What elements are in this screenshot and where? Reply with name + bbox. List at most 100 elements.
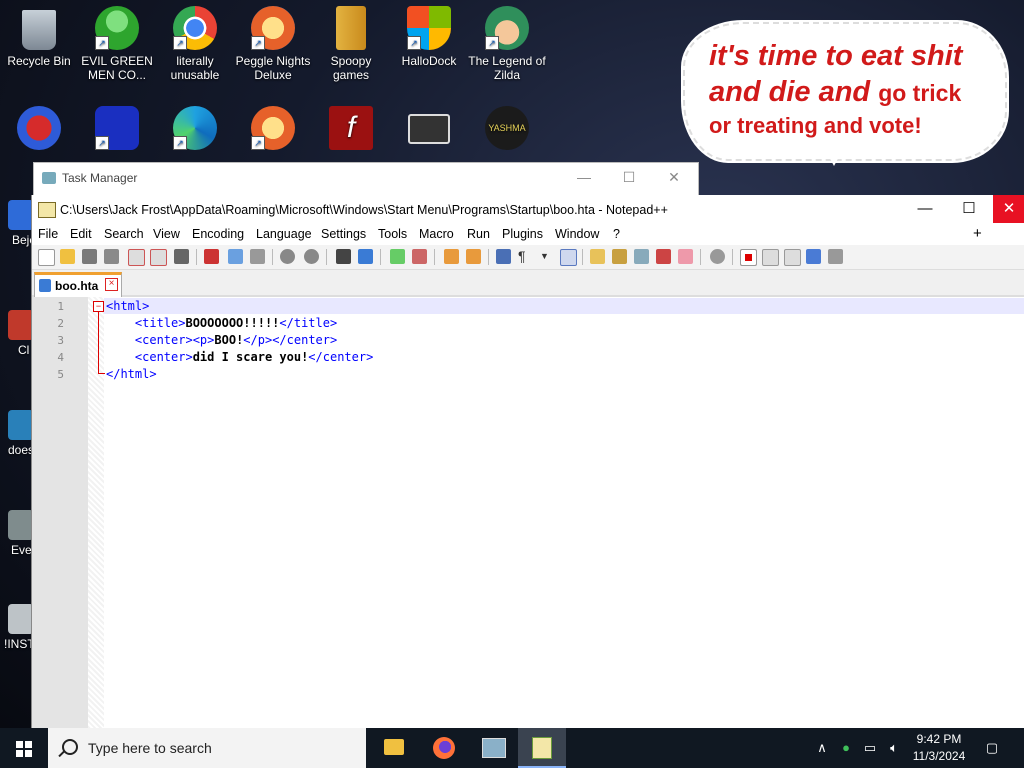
save-all-icon[interactable] — [104, 249, 119, 264]
desktop-icon-edge[interactable]: ↗ — [156, 100, 234, 154]
doc-map-icon[interactable] — [612, 249, 627, 264]
menu-encoding[interactable]: Encoding — [192, 227, 244, 241]
volume-icon[interactable]: 🔈︎ — [884, 728, 904, 768]
doc-list-icon[interactable] — [634, 249, 649, 264]
flash-icon: f — [329, 106, 373, 150]
desktop-icon-hallodock[interactable]: ↗ HalloDock — [390, 0, 468, 68]
play-multiple-icon[interactable] — [806, 249, 821, 264]
save-macro-icon[interactable] — [828, 249, 843, 264]
maximize-button[interactable]: ☐ — [946, 195, 992, 223]
desktop-icon-recycle-bin[interactable]: Recycle Bin — [0, 0, 78, 68]
start-button[interactable] — [0, 728, 48, 768]
task-manager-icon — [482, 738, 506, 758]
menu-edit[interactable]: Edit — [70, 227, 92, 241]
menu-view[interactable]: View — [153, 227, 180, 241]
cut-icon[interactable] — [204, 249, 219, 264]
toolbar-separator — [582, 249, 583, 265]
close-all-icon[interactable] — [150, 249, 167, 266]
close-button[interactable]: ✕ — [659, 167, 689, 187]
close-file-icon[interactable] — [128, 249, 145, 266]
show-all-chars-icon[interactable]: ¶ — [518, 249, 533, 264]
tab-boo-hta[interactable]: boo.hta × — [34, 272, 122, 297]
desktop-icon-label: literally unusable — [170, 54, 220, 82]
menu-settings[interactable]: Settings — [321, 227, 366, 241]
save-icon[interactable] — [82, 249, 97, 264]
replace-icon[interactable] — [358, 249, 373, 264]
user-tray-icon[interactable]: ● — [836, 728, 856, 768]
sync-horizontal-icon[interactable] — [466, 249, 481, 264]
desktop-icon-chrome[interactable]: ↗ literally unusable — [156, 0, 234, 82]
fold-collapse-icon[interactable]: − — [93, 301, 104, 312]
folder-icon — [336, 6, 366, 50]
record-macro-icon[interactable] — [740, 249, 757, 266]
taskbar-task-manager[interactable] — [469, 728, 517, 768]
menu-macro[interactable]: Macro — [419, 227, 454, 241]
desktop-icon-peggle[interactable]: ↗ — [234, 100, 312, 154]
desktop-icon-spoopy-games[interactable]: Spoopy games — [312, 0, 390, 82]
paste-icon[interactable] — [250, 249, 265, 264]
menu-run[interactable]: Run — [467, 227, 490, 241]
desktop-icon-partial[interactable]: Cl — [0, 310, 34, 357]
close-button[interactable]: ✕ — [993, 195, 1024, 223]
desktop-icon-rdp[interactable] — [390, 100, 468, 148]
print-icon[interactable] — [174, 249, 189, 264]
maximize-button[interactable]: ☐ — [614, 167, 644, 187]
desktop-icon-yashma[interactable]: YASHMA — [468, 100, 546, 154]
udl-icon[interactable] — [590, 249, 605, 264]
menu-file[interactable]: File — [38, 227, 58, 241]
zoom-in-icon[interactable] — [390, 249, 405, 264]
shortcut-arrow-icon: ↗ — [173, 136, 187, 150]
menu-plugins[interactable]: Plugins — [502, 227, 543, 241]
menu-search[interactable]: Search — [104, 227, 144, 241]
monitoring-eye-icon[interactable] — [710, 249, 725, 264]
code-line-1: <html> — [106, 299, 150, 313]
toolbar-separator — [700, 249, 701, 265]
notepadpp-window[interactable]: C:\Users\Jack Frost\AppData\Roaming\Micr… — [31, 195, 1024, 728]
minimize-button[interactable]: — — [569, 167, 599, 187]
task-manager-window[interactable]: Task Manager — ☐ ✕ — [33, 162, 699, 198]
taskbar-firefox[interactable] — [420, 728, 468, 768]
taskbar-search[interactable]: Type here to search — [48, 728, 366, 768]
menu-window[interactable]: Window — [555, 227, 599, 241]
new-file-icon[interactable] — [38, 249, 55, 266]
find-icon[interactable] — [336, 249, 351, 264]
show-hidden-icons[interactable]: ∧ — [812, 728, 832, 768]
menu-plus[interactable]: + — [973, 225, 982, 242]
sync-vertical-icon[interactable] — [444, 249, 459, 264]
redo-icon[interactable] — [304, 249, 319, 264]
desktop-icon-partial[interactable]: Beje — [0, 200, 36, 247]
indent-guide-icon[interactable] — [560, 249, 577, 266]
play-macro-icon[interactable] — [784, 249, 801, 266]
desktop-icon-green-men[interactable]: ↗ EVIL GREEN MEN CO... — [78, 0, 156, 82]
desktop-icon-mpl[interactable]: ↗ — [78, 100, 156, 154]
minimize-button[interactable]: — — [902, 195, 948, 223]
desktop-icon-peggle-nights[interactable]: ↗ Peggle Nights Deluxe — [234, 0, 312, 82]
desktop-icon-partial[interactable]: does — [0, 410, 34, 457]
desktop-icon-legend-of-zilda[interactable]: ↗ The Legend of Zilda — [468, 0, 546, 82]
stop-macro-icon[interactable] — [762, 249, 779, 266]
menu-tools[interactable]: Tools — [378, 227, 407, 241]
taskbar-file-explorer[interactable] — [370, 728, 418, 768]
open-file-icon[interactable] — [60, 249, 75, 264]
tab-close-icon[interactable]: × — [105, 278, 118, 291]
code-editor[interactable]: 1 2 3 4 5 − <html> <title>BOOOOOOO!!!!!<… — [32, 297, 1024, 728]
word-wrap-icon[interactable] — [496, 249, 511, 264]
menu-language[interactable]: Language — [256, 227, 312, 241]
window-titlebar[interactable]: C:\Users\Jack Frost\AppData\Roaming\Micr… — [32, 195, 1024, 223]
desktop-icon-flash[interactable]: f — [312, 100, 390, 154]
bubble-line-2a: and die and — [709, 76, 879, 108]
menu-help[interactable]: ? — [613, 227, 620, 241]
taskbar-notepadpp[interactable] — [518, 728, 566, 768]
desktop-icon-partial[interactable]: Eve — [0, 510, 34, 557]
notification-center-icon[interactable]: ▢ — [980, 728, 1004, 768]
chevron-down-icon[interactable]: ▼ — [540, 249, 555, 264]
desktop-icon-partial[interactable]: !INST — [0, 604, 35, 651]
undo-icon[interactable] — [280, 249, 295, 264]
taskbar-clock[interactable]: 9:42 PM 11/3/2024 — [904, 731, 974, 765]
copy-icon[interactable] — [228, 249, 243, 264]
network-icon[interactable]: ▭ — [860, 728, 880, 768]
folder-workspace-icon[interactable] — [678, 249, 693, 264]
function-list-icon[interactable] — [656, 249, 671, 264]
desktop-icon-bejeweled[interactable] — [0, 100, 78, 154]
zoom-out-icon[interactable] — [412, 249, 427, 264]
